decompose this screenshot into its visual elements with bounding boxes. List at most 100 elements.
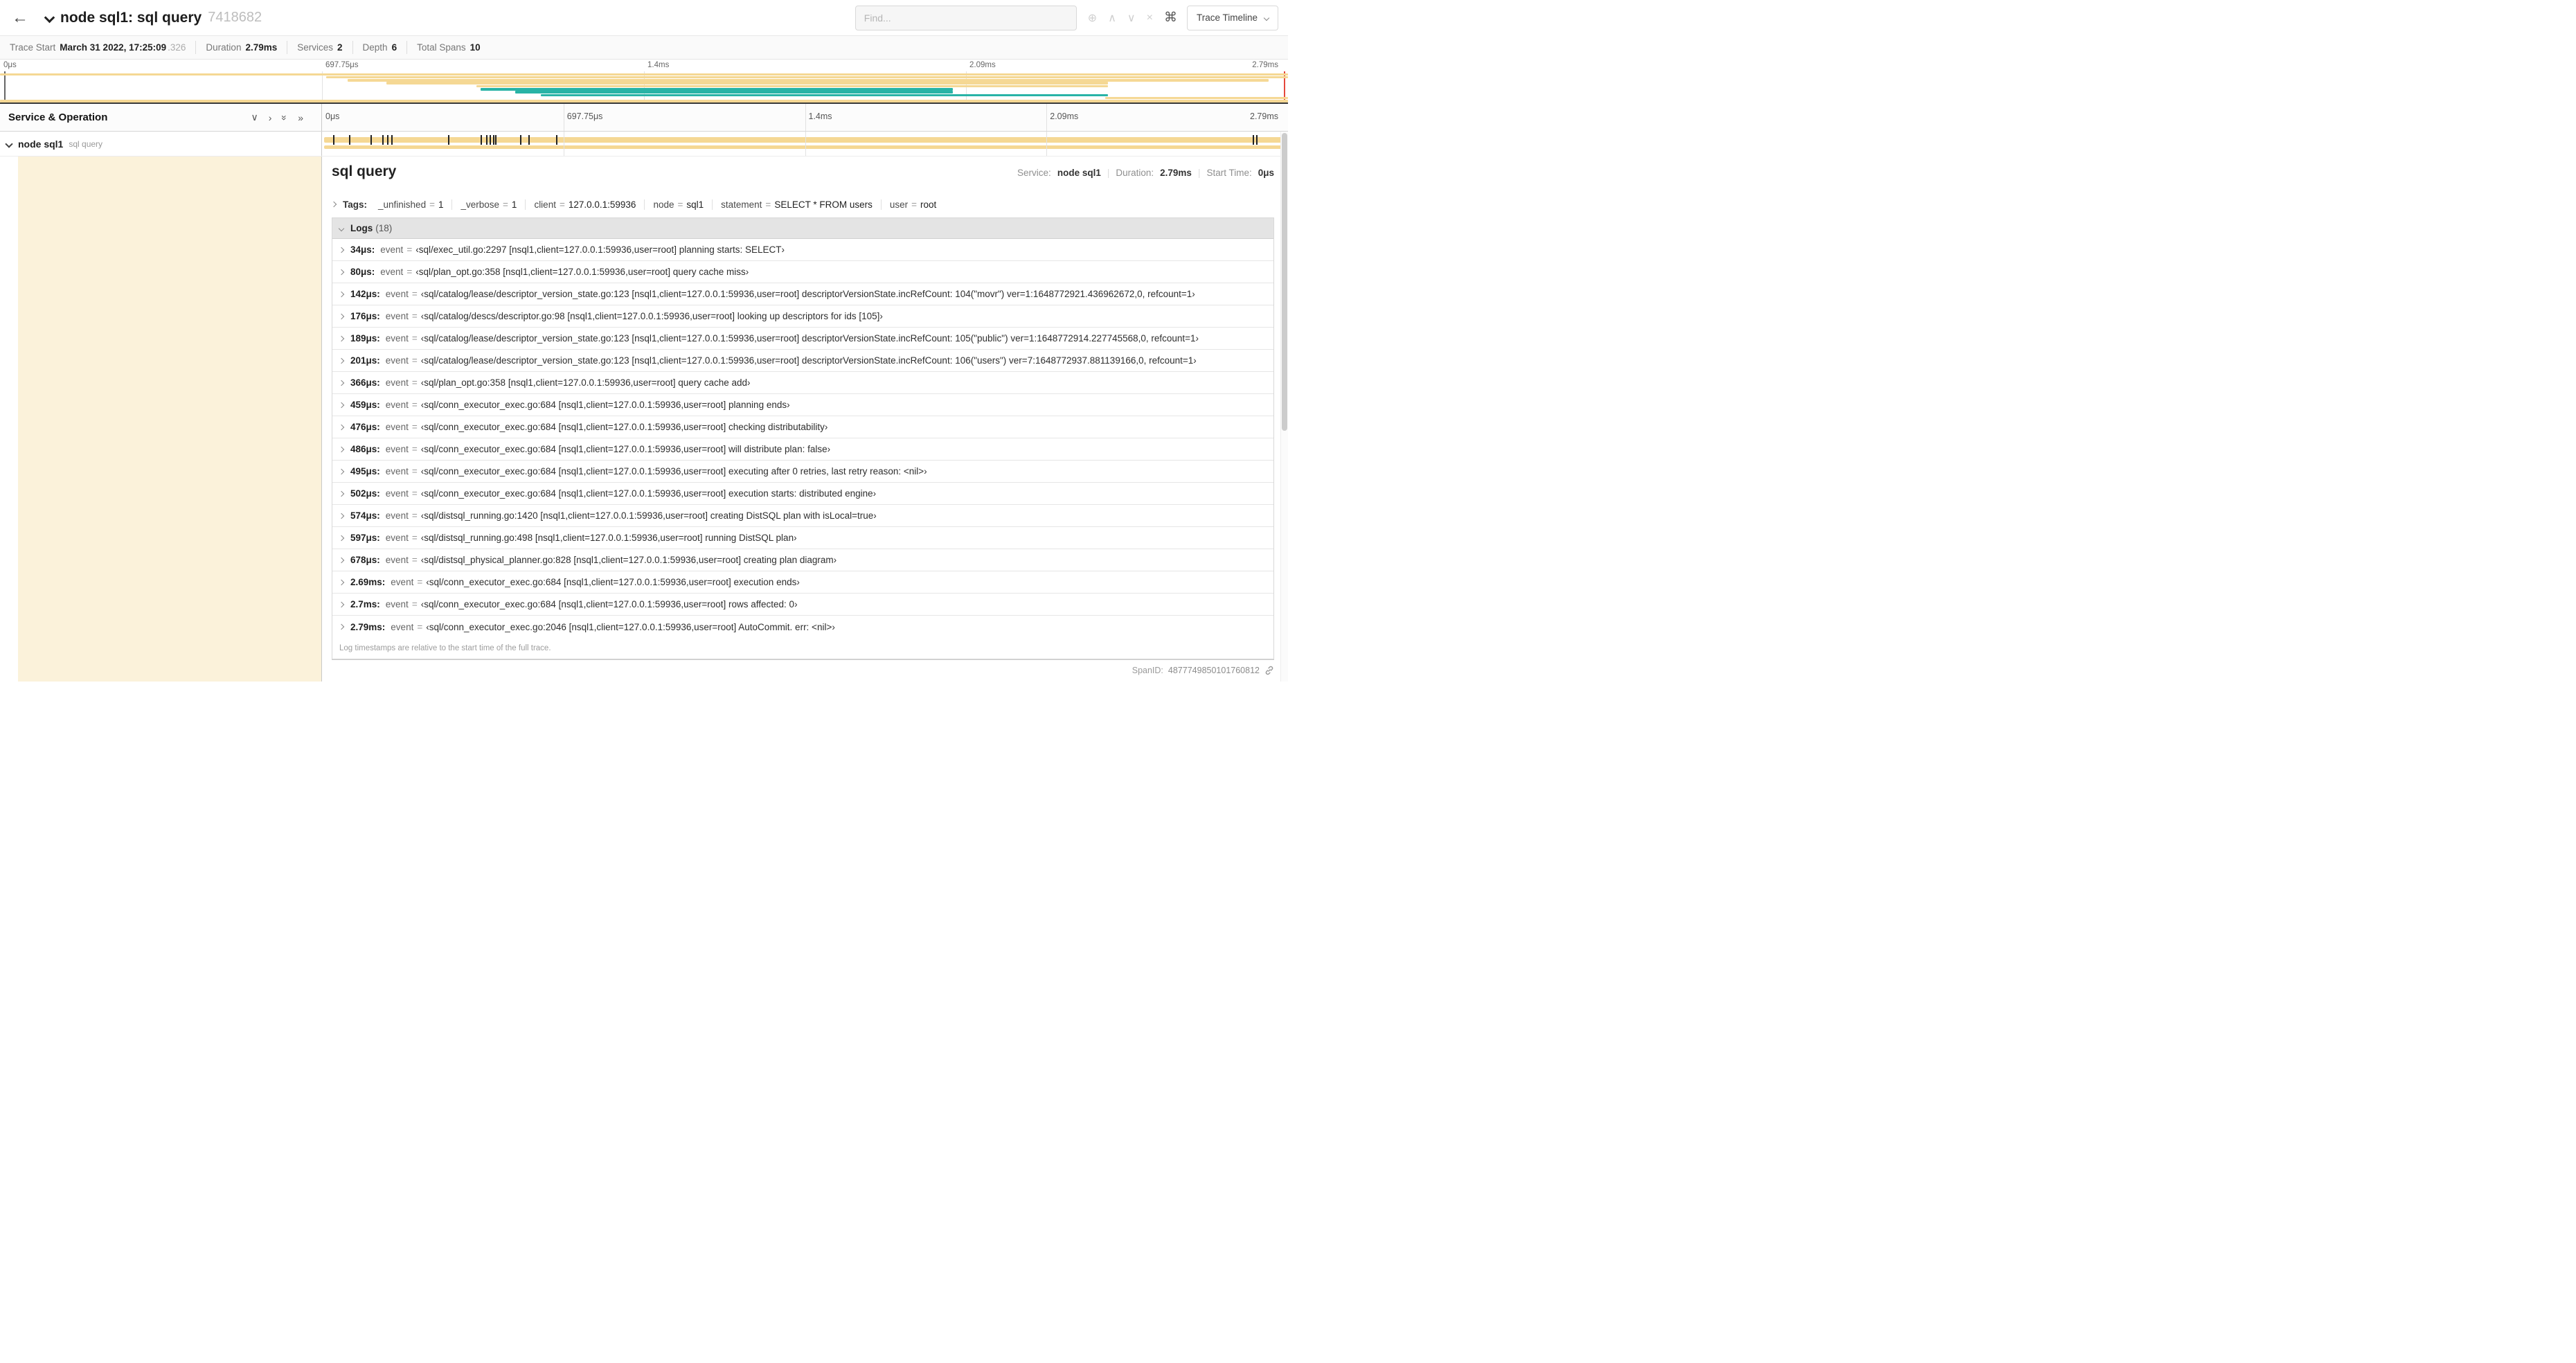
log-entry[interactable]: 502μs: event = ‹sql/conn_executor_exec.go:6… [332, 483, 1273, 505]
log-field-value: ‹sql/catalog/lease/descriptor_version_st… [420, 355, 1197, 366]
log-field-key: event [385, 488, 409, 499]
log-field-value: ‹sql/catalog/descs/descriptor.go:98 [nsq… [420, 311, 883, 321]
log-entry[interactable]: 459μs: event = ‹sql/conn_executor_exec.go:6… [332, 394, 1273, 416]
timeline-header: Service & Operation ∨ › » » 0μs 697.75μs 1… [0, 104, 1288, 132]
log-text: event = ‹sql/distsql_running.go:498 [nsql1… [386, 533, 797, 543]
grid-line [322, 71, 323, 103]
log-text: event = ‹sql/catalog/lease/descriptor_vers… [386, 289, 1195, 299]
log-entry[interactable]: 678μs: event = ‹sql/distsql_physical_planne… [332, 549, 1273, 571]
log-text: event = ‹sql/plan_opt.go:358 [nsql1,client… [380, 267, 749, 277]
logs-accordion-header[interactable]: Logs (18) [332, 218, 1273, 239]
log-field-equals: = [411, 377, 418, 388]
log-timestamp: 80μs: [350, 267, 375, 277]
log-entry[interactable]: 574μs: event = ‹sql/distsql_running.go:1420… [332, 505, 1273, 527]
span-detail-meta: Service: node sql1 | Duration: 2.79ms | St… [1017, 168, 1274, 178]
log-entry[interactable]: 495μs: event = ‹sql/conn_executor_exec.go:6… [332, 461, 1273, 483]
log-entry[interactable]: 2.79ms: event = ‹sql/conn_executor_exec.go:… [332, 616, 1273, 638]
expand-one-icon[interactable]: › [269, 112, 272, 123]
back-button[interactable]: ← [6, 8, 35, 28]
stat-item: Trace Start March 31 2022, 17:25:09.326 [8, 41, 197, 54]
stat-item: Services 2 [287, 41, 353, 54]
log-marker [386, 135, 388, 145]
duration-label: Duration: [1116, 168, 1154, 178]
log-entry[interactable]: 597μs: event = ‹sql/distsql_running.go:498 … [332, 527, 1273, 549]
span-bar-cell[interactable] [322, 132, 1288, 156]
tags-label: Tags: [343, 199, 368, 210]
span-color-fill [18, 157, 321, 682]
log-field-equals: = [411, 444, 418, 454]
zoom-icon[interactable]: ⊕ [1088, 11, 1097, 25]
span-name-cell[interactable]: node sql1 sql query [0, 132, 322, 156]
span-operation-name: sql query [69, 139, 103, 149]
log-marker [528, 135, 530, 145]
log-entry[interactable]: 476μs: event = ‹sql/conn_executor_exec.go:6… [332, 416, 1273, 438]
span-row[interactable]: node sql1 sql query [0, 132, 1288, 157]
minimap-canvas[interactable] [0, 71, 1288, 103]
timeline-minimap[interactable]: 0μs 697.75μs 1.4ms 2.09ms 2.79ms [0, 60, 1288, 104]
log-field-key: event [385, 444, 409, 454]
log-entry[interactable]: 486μs: event = ‹sql/conn_executor_exec.go:6… [332, 438, 1273, 461]
keyboard-shortcuts-icon[interactable]: ⌘ [1163, 10, 1187, 26]
log-text: event = ‹sql/conn_executor_exec.go:2046 [n… [391, 622, 835, 632]
tag: statement = SELECT * FROM users [712, 199, 881, 210]
span-id-label: SpanID: [1132, 666, 1163, 675]
stat-label: Services [297, 42, 334, 53]
log-text: event = ‹sql/catalog/lease/descriptor_vers… [386, 355, 1197, 366]
log-text: event = ‹sql/catalog/lease/descriptor_vers… [386, 333, 1199, 344]
log-entry[interactable]: 80μs: event = ‹sql/plan_opt.go:358 [nsql1,c… [332, 261, 1273, 283]
next-result-icon[interactable]: ∨ [1127, 11, 1136, 25]
collapse-trace-button[interactable] [44, 12, 55, 24]
log-entry[interactable]: 2.69ms: event = ‹sql/conn_executor_exec.go:… [332, 571, 1273, 594]
log-entry[interactable]: 176μs: event = ‹sql/catalog/descs/descripto… [332, 305, 1273, 328]
log-entry[interactable]: 34μs: event = ‹sql/exec_util.go:2297 [nsql1… [332, 239, 1273, 261]
tag-key: statement [721, 199, 762, 210]
stat-value: March 31 2022, 17:25:09 [60, 42, 167, 53]
tag-equals: = [677, 199, 683, 210]
log-field-key: event [385, 422, 409, 432]
tag-key: _verbose [460, 199, 500, 210]
find-input[interactable] [855, 5, 1077, 30]
log-timestamp: 486μs: [350, 444, 380, 454]
log-field-value: ‹sql/conn_executor_exec.go:684 [nsql1,cl… [426, 577, 800, 587]
clear-search-icon[interactable]: × [1147, 12, 1153, 24]
timeline-ruler: 0μs 697.75μs 1.4ms 2.09ms 2.79ms [322, 104, 1288, 131]
log-field-key: event [385, 355, 409, 366]
span-detail-column: sql query Service: node sql1 | Duration: 2… [322, 157, 1288, 682]
log-field-value: ‹sql/distsql_running.go:1420 [nsql1,clie… [420, 510, 877, 521]
scrollbar-thumb[interactable] [1282, 133, 1287, 431]
stat-value: 6 [391, 42, 397, 53]
log-marker [382, 135, 384, 145]
expand-all-icon[interactable]: » [298, 112, 303, 123]
log-field-equals: = [411, 311, 418, 321]
prev-result-icon[interactable]: ∧ [1108, 11, 1116, 25]
chevron-down-icon[interactable] [5, 139, 13, 148]
log-entry[interactable]: 189μs: event = ‹sql/catalog/lease/descripto… [332, 328, 1273, 350]
tag-equals: = [503, 199, 508, 210]
link-icon[interactable] [1264, 666, 1274, 675]
log-entry[interactable]: 142μs: event = ‹sql/catalog/lease/descripto… [332, 283, 1273, 305]
log-entry[interactable]: 201μs: event = ‹sql/catalog/lease/descripto… [332, 350, 1273, 372]
tags-accordion[interactable]: Tags: _unfinished = 1 _verbose = 1 client = 127.… [330, 193, 1274, 216]
log-timestamp: 495μs: [350, 466, 380, 476]
chevron-right-icon [338, 446, 345, 452]
log-field-value: ‹sql/distsql_running.go:498 [nsql1,clien… [420, 533, 797, 543]
span-id-row: SpanID: 4877749850101760812 [332, 660, 1274, 679]
log-marker [370, 135, 372, 145]
minimap-span [515, 91, 954, 93]
view-selector-button[interactable]: Trace Timeline [1186, 5, 1278, 30]
log-timestamp: 176μs: [350, 311, 380, 321]
ruler-tick-label: 0μs [3, 61, 17, 69]
chevron-right-icon [338, 247, 345, 253]
minimap-left-handle[interactable] [4, 71, 6, 103]
collapse-one-icon[interactable]: ∨ [251, 112, 258, 123]
log-entry[interactable]: 366μs: event = ‹sql/plan_opt.go:358 [nsql1,… [332, 372, 1273, 394]
log-timestamp: 459μs: [350, 400, 380, 410]
log-text: event = ‹sql/exec_util.go:2297 [nsql1,clie… [380, 244, 785, 255]
log-entry[interactable]: 2.7ms: event = ‹sql/conn_executor_exec.go:6… [332, 594, 1273, 616]
collapse-all-icon[interactable]: » [279, 115, 290, 121]
log-marker [1256, 135, 1258, 145]
log-field-equals: = [411, 488, 418, 499]
vertical-scrollbar[interactable] [1280, 132, 1288, 682]
page-title: node sql1: sql query [60, 9, 202, 26]
minimap-span [480, 88, 954, 91]
